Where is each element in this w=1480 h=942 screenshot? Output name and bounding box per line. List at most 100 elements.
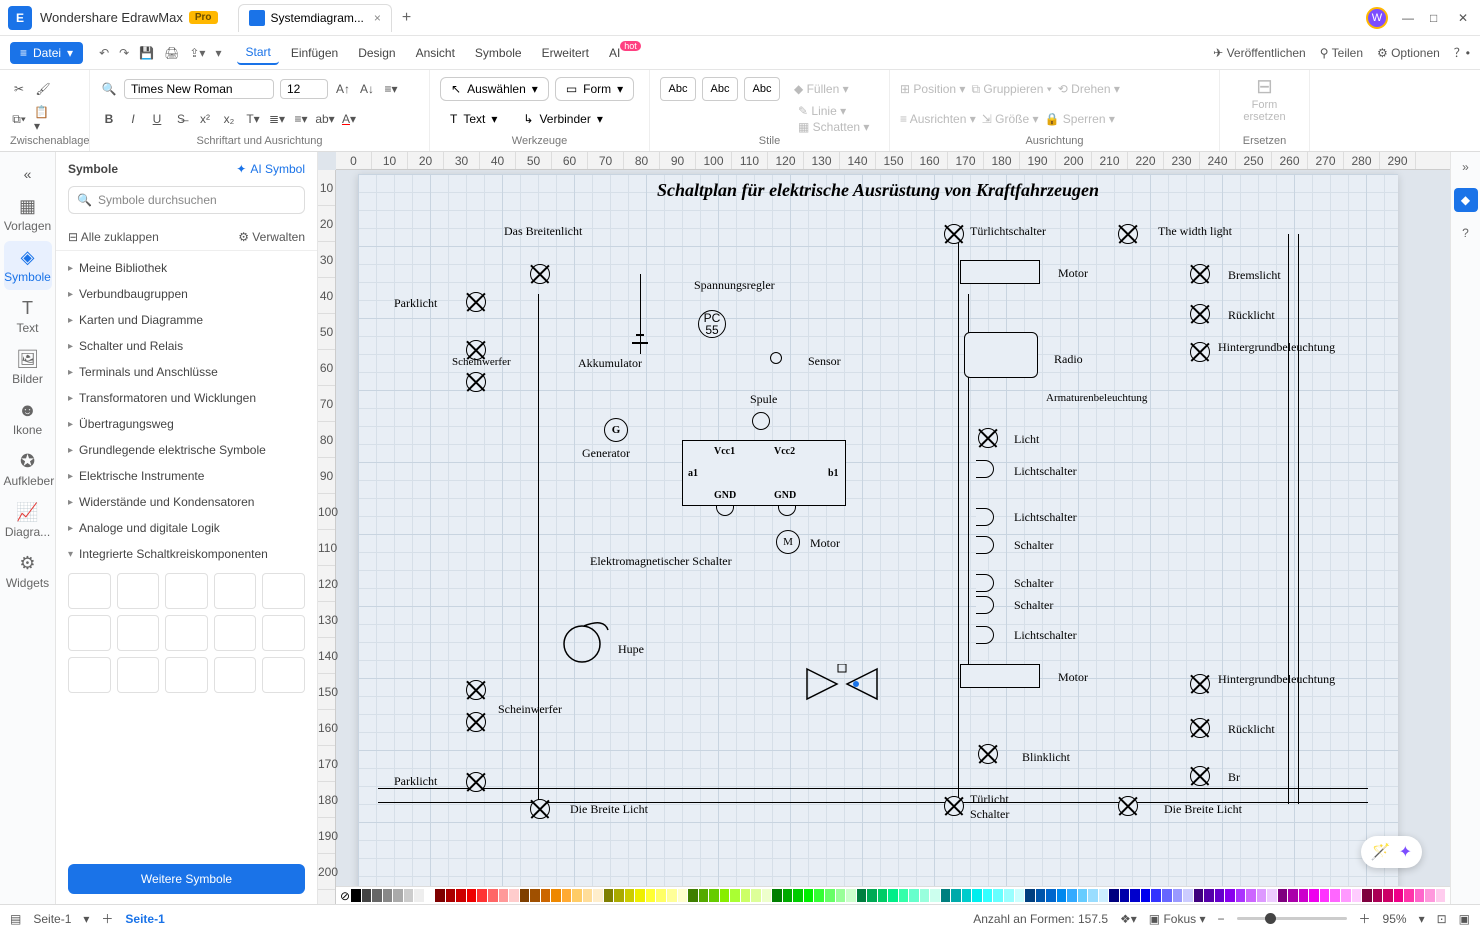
shape-thumbnail[interactable] [117, 573, 160, 609]
lib-item[interactable]: Elektrische Instrumente [56, 463, 317, 489]
color-swatch[interactable] [983, 889, 993, 902]
lamp-symbol[interactable] [1190, 342, 1210, 362]
position-button[interactable]: ⊞ Position ▾ [900, 82, 965, 96]
color-swatch[interactable] [583, 889, 593, 902]
color-swatch[interactable] [446, 889, 456, 902]
style-preset-1[interactable]: Abc [660, 77, 696, 101]
color-swatch[interactable] [1299, 889, 1309, 902]
symbol-search-input[interactable]: 🔍 Symbole durchsuchen [68, 186, 305, 214]
motor-block[interactable] [960, 664, 1040, 688]
color-swatch[interactable] [1099, 889, 1109, 902]
leftbar-text[interactable]: TText [4, 292, 52, 341]
color-swatch[interactable] [909, 889, 919, 902]
color-swatch[interactable] [1036, 889, 1046, 902]
color-swatch[interactable] [1130, 889, 1140, 902]
minimize-icon[interactable]: — [1402, 11, 1416, 25]
close-window-icon[interactable]: ✕ [1458, 11, 1472, 25]
color-swatch[interactable] [1404, 889, 1414, 902]
font-select[interactable]: Times New Roman [124, 79, 274, 99]
lib-item[interactable]: Verbundbaugruppen [56, 281, 317, 307]
color-swatch[interactable] [383, 889, 393, 902]
menu-symbols[interactable]: Symbole [467, 42, 530, 64]
color-swatch[interactable] [499, 889, 509, 902]
color-swatch[interactable] [1151, 889, 1161, 902]
ai-symbol-button[interactable]: ✦ AI Symbol [236, 162, 305, 176]
paste-icon[interactable]: 📋▾ [34, 110, 52, 128]
switch-symbol[interactable] [976, 508, 994, 526]
color-swatch[interactable] [1162, 889, 1172, 902]
collapse-all-button[interactable]: ⊟ Alle zuklappen [68, 230, 159, 244]
color-swatch[interactable] [667, 889, 677, 902]
color-swatch[interactable] [625, 889, 635, 902]
lib-item[interactable]: Übertragungsweg [56, 411, 317, 437]
page[interactable]: Schaltplan für elektrische Ausrüstung vo… [358, 174, 1398, 894]
switch-symbol[interactable] [976, 596, 994, 614]
color-swatch[interactable] [604, 889, 614, 902]
text-tool[interactable]: T Text ▾ [440, 108, 507, 130]
menu-view[interactable]: Ansicht [408, 42, 463, 64]
color-swatch[interactable] [836, 889, 846, 902]
color-swatch[interactable] [1330, 889, 1340, 902]
ic-block[interactable] [682, 440, 846, 506]
color-swatch[interactable] [1078, 889, 1088, 902]
color-swatch[interactable] [393, 889, 403, 902]
color-swatch[interactable] [404, 889, 414, 902]
redo-icon[interactable]: ↷ [119, 46, 129, 60]
lib-item[interactable]: Meine Bibliothek [56, 255, 317, 281]
switch-symbol[interactable] [976, 626, 994, 644]
focus-button[interactable]: ▣ Fokus ▾ [1149, 912, 1206, 926]
add-tab-button[interactable]: + [402, 9, 411, 27]
style-preset-2[interactable]: Abc [702, 77, 738, 101]
rotate-button[interactable]: ⟲ Drehen ▾ [1058, 82, 1120, 96]
generator-symbol[interactable]: G [604, 418, 628, 442]
manage-button[interactable]: ⚙ Verwalten [238, 230, 305, 244]
help-panel-icon[interactable]: ? [1462, 226, 1469, 240]
lib-item[interactable]: Karten und Diagramme [56, 307, 317, 333]
undo-icon[interactable]: ↶ [99, 46, 109, 60]
color-swatch[interactable] [1352, 889, 1362, 902]
lock-button[interactable]: 🔒 Sperren ▾ [1045, 112, 1115, 126]
color-swatch[interactable] [635, 889, 645, 902]
color-swatch[interactable] [351, 889, 361, 902]
layers-icon[interactable]: ❖▾ [1120, 912, 1137, 926]
color-swatch[interactable] [435, 889, 445, 902]
color-swatch[interactable] [783, 889, 793, 902]
lamp-symbol[interactable] [1118, 796, 1138, 816]
color-swatch[interactable] [1204, 889, 1214, 902]
color-swatch[interactable] [1394, 889, 1404, 902]
lib-item[interactable]: Terminals und Anschlüsse [56, 359, 317, 385]
color-swatch[interactable] [541, 889, 551, 902]
color-swatch[interactable] [1341, 889, 1351, 902]
avatar[interactable]: W [1366, 7, 1388, 29]
color-swatch[interactable] [993, 889, 1003, 902]
zoom-slider[interactable] [1237, 917, 1347, 920]
lamp-symbol[interactable] [466, 680, 486, 700]
shape-thumbnail[interactable] [214, 657, 257, 693]
color-swatch[interactable] [425, 889, 435, 902]
color-swatch[interactable] [930, 889, 940, 902]
page-dropdown-icon[interactable]: ▾ [83, 912, 89, 926]
document-tab[interactable]: Systemdiagram... × [238, 4, 392, 32]
leftbar-widgets[interactable]: ⚙Widgets [4, 547, 52, 596]
lib-item[interactable]: Integrierte Schaltkreiskomponenten [56, 541, 317, 567]
no-fill-icon[interactable]: ⊘ [340, 889, 350, 903]
color-swatch[interactable] [488, 889, 498, 902]
select-tool[interactable]: ↖ Auswählen ▾ [440, 77, 549, 101]
leftbar-stickers[interactable]: ✪Aufkleber [4, 445, 52, 494]
leftbar-diagrams[interactable]: 📈Diagra... [4, 496, 52, 545]
color-swatch[interactable] [972, 889, 982, 902]
color-swatch[interactable] [1183, 889, 1193, 902]
lamp-symbol[interactable] [1190, 674, 1210, 694]
color-swatch[interactable] [867, 889, 877, 902]
italic-icon[interactable]: I [124, 110, 142, 128]
regulator-symbol[interactable]: PC 55 [698, 310, 726, 338]
list-icon[interactable]: ≣▾ [268, 110, 286, 128]
lamp-symbol[interactable] [530, 264, 550, 284]
canvas[interactable]: 0102030405060708090100110120130140150160… [318, 152, 1450, 904]
lamp-symbol[interactable] [1190, 304, 1210, 324]
leftbar-templates[interactable]: ▦Vorlagen [4, 190, 52, 239]
shape-thumbnail[interactable] [68, 615, 111, 651]
color-swatch[interactable] [1288, 889, 1298, 902]
color-swatch[interactable] [1309, 889, 1319, 902]
shape-thumbnail[interactable] [214, 573, 257, 609]
